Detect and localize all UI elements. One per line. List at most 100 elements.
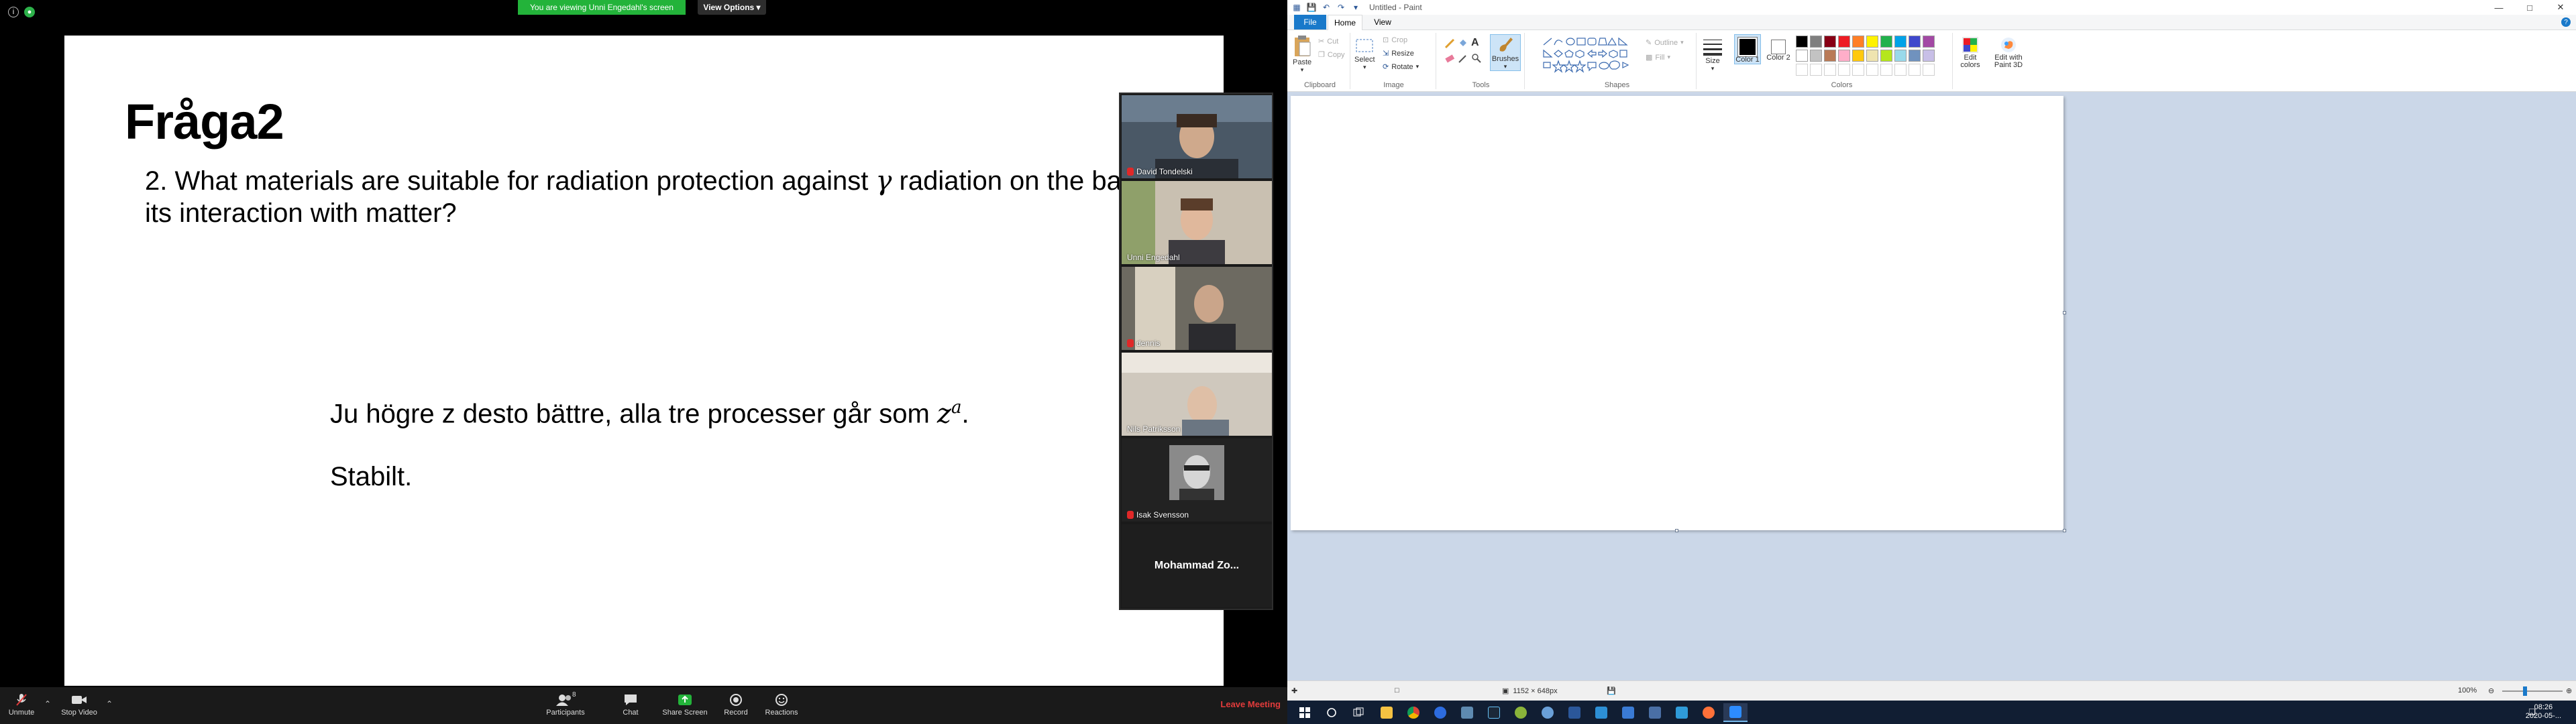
- palette-swatch[interactable]: [1923, 36, 1935, 48]
- resize-handle-corner[interactable]: [2063, 529, 2066, 532]
- paste-button[interactable]: Paste ▾: [1293, 34, 1311, 74]
- text-button[interactable]: A: [1471, 37, 1479, 49]
- video-tile-2[interactable]: Unni Engedahl: [1122, 181, 1272, 264]
- maximize-button[interactable]: □: [2514, 0, 2545, 15]
- custom-color-slot[interactable]: [1796, 64, 1808, 76]
- fill-shape-button[interactable]: ▩ Fill ▾: [1646, 53, 1670, 62]
- brushes-button[interactable]: Brushes ▾: [1490, 34, 1521, 71]
- undo-icon[interactable]: ↶: [1321, 3, 1332, 12]
- resize-handle-right[interactable]: [2063, 311, 2066, 314]
- custom-color-slot[interactable]: [1810, 64, 1822, 76]
- palette-swatch[interactable]: [1866, 50, 1878, 62]
- search-button[interactable]: [1320, 703, 1344, 722]
- redo-icon[interactable]: ↷: [1336, 3, 1346, 12]
- cut-button[interactable]: ✂ Cut: [1318, 37, 1338, 46]
- task-view-button[interactable]: [1346, 703, 1371, 722]
- lock-icon[interactable]: ●: [24, 7, 35, 17]
- video-tile-1[interactable]: David Tondelski: [1122, 95, 1272, 178]
- taskbar-app-4[interactable]: [1455, 703, 1479, 722]
- resize-button[interactable]: ⇲ Resize: [1383, 49, 1414, 58]
- taskbar-file-explorer[interactable]: [1375, 703, 1399, 722]
- tab-file[interactable]: File: [1294, 15, 1326, 29]
- video-tile-6[interactable]: Mohammad Zo...: [1122, 524, 1272, 607]
- tab-view[interactable]: View: [1366, 15, 1399, 29]
- taskbar-app-3[interactable]: [1428, 703, 1452, 722]
- taskbar-app-10[interactable]: [1616, 703, 1640, 722]
- taskbar-chrome[interactable]: [1401, 703, 1426, 722]
- copy-button[interactable]: ❐ Copy: [1318, 50, 1345, 60]
- palette-swatch[interactable]: [1838, 50, 1850, 62]
- paint-app-icon[interactable]: ▦: [1291, 3, 1302, 12]
- palette-swatch[interactable]: [1796, 36, 1808, 48]
- taskbar-app-9[interactable]: [1589, 703, 1613, 722]
- palette-swatch[interactable]: [1852, 36, 1864, 48]
- start-button[interactable]: [1293, 703, 1317, 722]
- taskbar-app-6[interactable]: [1509, 703, 1533, 722]
- edit-paint3d-button[interactable]: Edit with Paint 3D: [1989, 36, 2028, 69]
- chat-button[interactable]: Chat: [604, 691, 657, 722]
- save-icon[interactable]: 💾: [1306, 3, 1317, 12]
- taskbar-zoom[interactable]: [1723, 703, 1748, 722]
- custom-color-slot[interactable]: [1880, 64, 1892, 76]
- zoom-in-button[interactable]: ⊕: [2566, 686, 2572, 695]
- shapes-gallery[interactable]: [1541, 36, 1642, 76]
- crop-button[interactable]: ⊡ Crop: [1383, 36, 1407, 45]
- palette-swatch[interactable]: [1824, 36, 1836, 48]
- taskbar-app-7[interactable]: [1536, 703, 1560, 722]
- taskbar-app-11[interactable]: [1643, 703, 1667, 722]
- taskbar-app-12[interactable]: [1670, 703, 1694, 722]
- zoom-slider[interactable]: [2502, 690, 2563, 692]
- palette-swatch[interactable]: [1852, 50, 1864, 62]
- palette-swatch[interactable]: [1923, 50, 1935, 62]
- minimize-button[interactable]: —: [2483, 0, 2514, 15]
- palette-swatch[interactable]: [1909, 36, 1921, 48]
- unmute-button[interactable]: Unmute: [0, 691, 48, 722]
- palette-swatch[interactable]: [1880, 50, 1892, 62]
- custom-color-slot[interactable]: [1894, 64, 1907, 76]
- info-icon[interactable]: i: [8, 7, 19, 17]
- color1-button[interactable]: Color 1: [1734, 34, 1761, 64]
- taskbar-clock[interactable]: 08:26 2020-05-...: [2526, 703, 2561, 721]
- palette-swatch[interactable]: [1909, 50, 1921, 62]
- fill-button[interactable]: [1458, 38, 1468, 49]
- close-button[interactable]: ✕: [2545, 0, 2576, 15]
- color-picker-button[interactable]: [1458, 53, 1468, 64]
- edit-colors-button[interactable]: Edit colors: [1955, 36, 1985, 69]
- video-tile-4[interactable]: Nils Patriksson: [1122, 353, 1272, 436]
- participants-button[interactable]: 8 Participants: [539, 691, 592, 722]
- help-icon[interactable]: ?: [2561, 17, 2571, 27]
- share-screen-button[interactable]: Share Screen: [658, 691, 712, 722]
- leave-meeting-button[interactable]: Leave Meeting: [1220, 699, 1281, 709]
- custom-color-slot[interactable]: [1923, 64, 1935, 76]
- palette-swatch[interactable]: [1810, 36, 1822, 48]
- palette-swatch[interactable]: [1810, 50, 1822, 62]
- palette-swatch[interactable]: [1866, 36, 1878, 48]
- video-options-caret[interactable]: ⌃: [106, 699, 113, 709]
- custom-color-slot[interactable]: [1838, 64, 1850, 76]
- color2-button[interactable]: Color 2: [1765, 34, 1792, 62]
- customize-quick-access-icon[interactable]: ▾: [1350, 3, 1361, 12]
- select-button[interactable]: Select ▾: [1354, 36, 1375, 71]
- palette-swatch[interactable]: [1824, 50, 1836, 62]
- resize-handle-bottom[interactable]: [1675, 529, 1678, 532]
- magnifier-button[interactable]: [1471, 53, 1482, 64]
- palette-swatch[interactable]: [1880, 36, 1892, 48]
- pencil-button[interactable]: [1444, 38, 1455, 49]
- video-tile-3[interactable]: dennis: [1122, 267, 1272, 350]
- custom-color-slot[interactable]: [1866, 64, 1878, 76]
- taskbar-word[interactable]: [1562, 703, 1587, 722]
- tab-home[interactable]: Home: [1328, 15, 1362, 30]
- view-options-button[interactable]: View Options ▾: [698, 0, 766, 15]
- taskbar-steam[interactable]: [1482, 703, 1506, 722]
- stop-video-button[interactable]: Stop Video: [52, 691, 106, 722]
- zoom-slider-thumb[interactable]: [2523, 686, 2527, 696]
- rotate-button[interactable]: ⟳ Rotate ▾: [1383, 62, 1419, 72]
- reactions-button[interactable]: Reactions: [755, 691, 808, 722]
- drawing-canvas[interactable]: [1291, 96, 2063, 530]
- outline-button[interactable]: ✎ Outline ▾: [1646, 38, 1684, 48]
- custom-color-slot[interactable]: [1852, 64, 1864, 76]
- zoom-out-button[interactable]: ⊖: [2488, 686, 2494, 695]
- eraser-button[interactable]: [1444, 53, 1455, 64]
- custom-color-slot[interactable]: [1909, 64, 1921, 76]
- audio-options-caret[interactable]: ⌃: [44, 699, 51, 709]
